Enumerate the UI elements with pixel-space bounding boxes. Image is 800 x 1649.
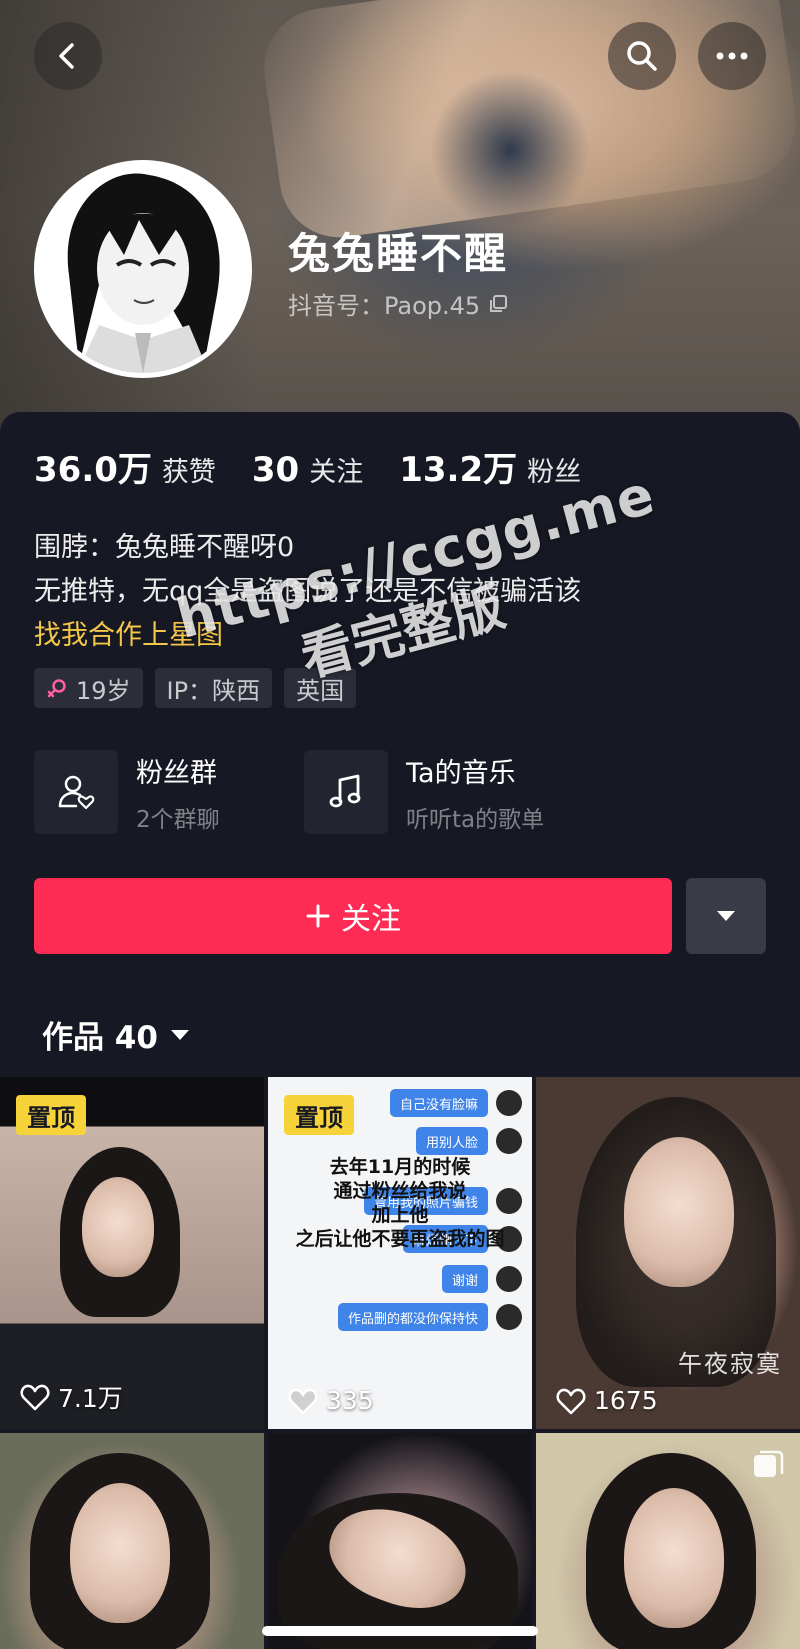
video-caption: 午夜寂寞 — [678, 1350, 782, 1378]
home-indicator[interactable] — [262, 1626, 538, 1636]
search-button[interactable] — [608, 22, 676, 90]
heart-icon — [288, 1388, 318, 1414]
chat-bubble: 谢谢 — [441, 1265, 488, 1293]
video-likes-count: 1675 — [594, 1386, 658, 1415]
female-icon — [47, 679, 66, 698]
avatar-illustration — [39, 165, 247, 373]
video-thumbnail[interactable]: 午夜寂寞 1675 — [536, 1077, 800, 1429]
video-thumbnail[interactable]: 自己没有脸嘛 用别人脸 冒用我的照片骗钱 麻烦删一下 谢谢 作品删的都没你保持快… — [268, 1077, 532, 1429]
fan-group-entry[interactable]: 粉丝群 2个群聊 — [34, 750, 220, 834]
douyin-id-text: 抖音号：Paop.45 — [288, 292, 481, 320]
video-thumbnail[interactable]: 置顶 7.1万 — [0, 1077, 264, 1429]
feature-subtitle: 2个群聊 — [136, 806, 220, 833]
stat-label: 关注 — [309, 457, 364, 488]
overlay-line: 加上他 — [371, 1204, 429, 1226]
thumbnail-face — [624, 1137, 734, 1287]
more-dots-icon — [716, 52, 748, 60]
plus-icon — [306, 904, 330, 928]
video-likes: 7.1万 — [20, 1379, 123, 1415]
stat-value: 36.0万 — [34, 450, 152, 490]
follow-button[interactable]: 关注 — [34, 878, 672, 954]
chevron-left-icon — [59, 43, 74, 69]
chat-bubble: 自己没有脸嘛 — [389, 1089, 488, 1117]
caret-down-icon — [717, 911, 735, 921]
overlay-line: 通过粉丝给我说 — [333, 1180, 467, 1202]
douyin-id[interactable]: 抖音号：Paop.45 — [288, 286, 508, 321]
tab-works-label: 作品 40 — [42, 1020, 158, 1056]
chat-overlay-text: 去年11月的时候 通过粉丝给我说 加上他 之后让他不要再盗我的图 — [268, 1155, 532, 1251]
profile-stats: 36.0万 获赞 30 关注 13.2万 粉丝 — [34, 442, 581, 491]
thumbnail-face — [82, 1177, 154, 1277]
chat-avatar — [496, 1266, 522, 1292]
video-thumbnail[interactable] — [268, 1433, 532, 1649]
stat-value: 30 — [251, 450, 300, 490]
tab-works[interactable]: 作品 40 — [42, 1012, 190, 1057]
thumbnail-face — [624, 1488, 724, 1628]
video-likes-count: 335 — [326, 1386, 374, 1415]
profile-nickname: 兔兔睡不醒 — [288, 229, 509, 278]
avatar[interactable] — [34, 160, 252, 378]
chat-bubble: 用别人脸 — [415, 1127, 488, 1155]
feature-title: 粉丝群 — [136, 757, 217, 789]
overlay-line: 去年11月的时候 — [329, 1156, 471, 1178]
video-likes: 1675 — [556, 1386, 658, 1415]
pinned-badge: 置顶 — [284, 1095, 354, 1135]
stat-label: 获赞 — [161, 457, 216, 488]
thumbnail-face — [70, 1483, 170, 1623]
music-entry[interactable]: Ta的音乐 听听ta的歌单 — [304, 750, 544, 834]
video-likes-count: 7.1万 — [58, 1384, 123, 1413]
tag-age-text: 19岁 — [76, 676, 131, 705]
heart-icon — [20, 1384, 50, 1411]
pinned-badge: 置顶 — [16, 1095, 86, 1135]
video-likes: 335 — [288, 1386, 374, 1415]
feature-subtitle: 听听ta的歌单 — [406, 806, 545, 833]
stat-following[interactable]: 30 关注 — [252, 450, 363, 490]
caret-down-icon — [170, 1029, 189, 1040]
more-button[interactable] — [698, 22, 766, 90]
recommend-dropdown-button[interactable] — [686, 878, 766, 954]
copy-icon[interactable] — [488, 294, 508, 314]
stat-value: 13.2万 — [399, 450, 518, 490]
follow-button-label: 关注 — [341, 902, 401, 937]
feature-title: Ta的音乐 — [406, 757, 516, 789]
feature-icon-box — [304, 750, 388, 834]
back-button[interactable] — [34, 22, 102, 90]
video-thumbnail[interactable] — [536, 1433, 800, 1649]
feature-icon-box — [34, 750, 118, 834]
multi-image-icon — [754, 1450, 784, 1477]
stat-likes[interactable]: 36.0万 获赞 — [34, 442, 216, 491]
search-icon — [627, 41, 657, 71]
music-note-icon — [329, 774, 361, 808]
fan-group-icon — [58, 775, 95, 810]
banner-photo-jeans — [430, 70, 590, 230]
tag-age: 19岁 — [34, 668, 143, 708]
chat-avatar — [496, 1304, 522, 1330]
video-thumbnail[interactable] — [0, 1433, 264, 1649]
chat-bubble: 作品删的都没你保持快 — [337, 1303, 488, 1331]
stat-followers[interactable]: 13.2万 粉丝 — [399, 442, 581, 491]
chat-avatar — [496, 1090, 522, 1116]
overlay-line: 之后让他不要再盗我的图 — [295, 1228, 505, 1250]
chat-avatar — [496, 1128, 522, 1154]
video-grid: 置顶 7.1万 自己没有脸嘛 用别人脸 冒用我的照片骗钱 麻烦删一下 谢谢 作品… — [0, 1077, 800, 1649]
profile-panel: 36.0万 获赞 30 关注 13.2万 粉丝 围脖：兔兔睡不醒呀0 无推特，无… — [0, 412, 800, 1077]
heart-icon — [556, 1388, 586, 1414]
